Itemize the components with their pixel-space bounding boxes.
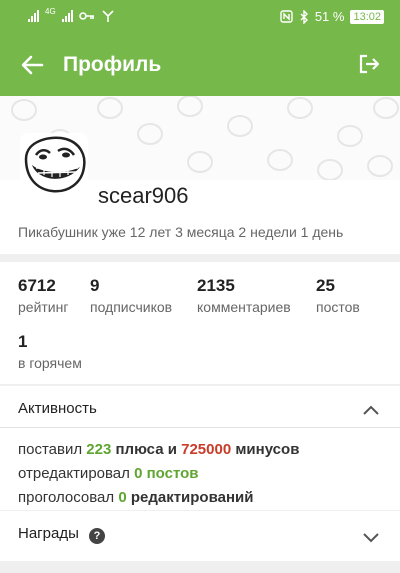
bluetooth-icon: [300, 9, 308, 24]
stat-label: постов: [316, 299, 360, 315]
stat-label: подписчиков: [90, 299, 173, 315]
troll-face-avatar-image: [24, 136, 86, 193]
help-icon[interactable]: ?: [89, 528, 105, 544]
stat-value: 2135: [197, 276, 235, 295]
signal-icon: [28, 10, 39, 22]
awards-section[interactable]: Награды ?: [0, 511, 400, 561]
page-title: Профиль: [63, 53, 162, 76]
stat-rating[interactable]: 6712 рейтинг: [18, 276, 68, 315]
activity-edits-line: отредактировал 0 постов: [18, 465, 198, 482]
chevron-up-icon[interactable]: [362, 404, 380, 416]
chevron-down-icon[interactable]: [362, 531, 380, 543]
username: scear906: [98, 183, 189, 208]
stat-label: комментариев: [197, 299, 291, 315]
activity-text: отредактировал: [18, 465, 135, 482]
stat-subscribers[interactable]: 9 подписчиков: [90, 276, 172, 315]
stat-value: 9: [90, 276, 100, 295]
plus-count: 223: [86, 441, 112, 458]
stat-value: 25: [316, 276, 335, 295]
activity-text: проголосовал: [18, 489, 119, 506]
stat-value: 6712: [18, 276, 56, 295]
voted-edits-count: 0: [118, 489, 127, 506]
activity-text: минусов: [231, 441, 300, 458]
stat-label: рейтинг: [18, 299, 69, 315]
back-arrow-icon[interactable]: [18, 51, 46, 79]
stat-value: 1: [18, 332, 28, 351]
nfc-icon: [280, 10, 293, 23]
awards-title[interactable]: Награды: [18, 525, 79, 542]
key-icon: [78, 12, 94, 20]
activity-title[interactable]: Активность: [18, 400, 97, 417]
battery-time-badge: 13:02: [350, 9, 384, 24]
edited-posts-count: 0 постов: [134, 465, 199, 482]
status-bar: 4G 51 % 13:02: [0, 0, 400, 34]
avatar[interactable]: [20, 133, 88, 197]
battery-percent: 51 %: [314, 9, 345, 24]
activity-text: поставил: [18, 441, 87, 458]
activity-text: редактирований: [126, 489, 254, 506]
divider: [0, 427, 400, 428]
minus-count: 725000: [181, 441, 232, 458]
activity-text: плюса и: [111, 441, 182, 458]
logout-icon[interactable]: [358, 53, 380, 75]
stat-hot[interactable]: 1 в горячем: [18, 332, 82, 371]
stat-posts[interactable]: 25 постов: [316, 276, 360, 315]
signal-icon-2: [61, 10, 73, 22]
network-type-label: 4G: [45, 7, 56, 16]
app-bar: Профиль: [0, 34, 400, 96]
activity-voted-edits-line: проголосовал 0 редактирований: [18, 489, 253, 506]
stat-label: в горячем: [18, 355, 82, 371]
member-since-text: Пикабушник уже 12 лет 3 месяца 2 недели …: [18, 224, 344, 240]
stat-comments[interactable]: 2135 комментариев: [197, 276, 291, 315]
activity-section: Активность поставил 223 плюса и 725000 м…: [0, 386, 400, 510]
wifi-calling-icon: [102, 10, 114, 22]
activity-votes-line: поставил 223 плюса и 725000 минусов: [18, 441, 299, 458]
stats-card: 6712 рейтинг 9 подписчиков 2135 коммента…: [0, 262, 400, 384]
